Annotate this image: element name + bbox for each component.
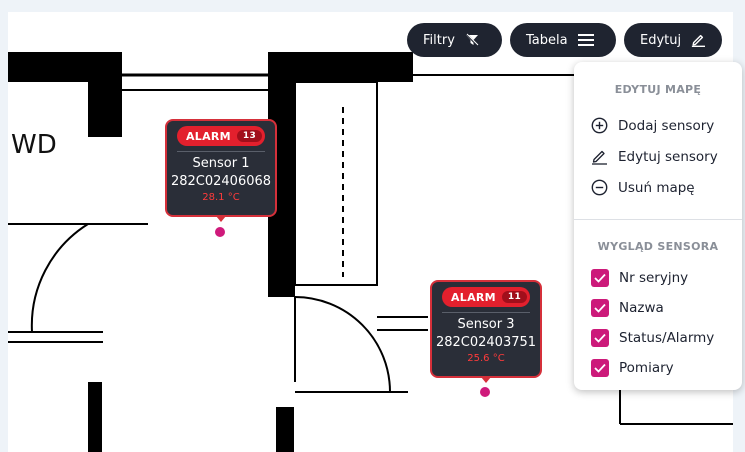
alarm-count: 11 [501,291,528,303]
sensor-serial: 282C02403751 [435,335,537,350]
sensor-card-3[interactable]: ALARM 11 Sensor 3 282C02403751 25.6 °C [430,280,542,383]
menu-lines-icon [577,34,594,46]
sensor-view-header: WYGLĄD SENSORA [597,240,719,253]
card-pointer [216,216,226,222]
checkbox-checked[interactable] [591,329,609,347]
alarm-count: 13 [236,130,263,142]
checkmark-icon [594,363,606,373]
alarm-badge: ALARM 11 [441,287,531,307]
table-label: Tabela [526,32,568,48]
checkbox-checked[interactable] [591,299,609,317]
sensor-name: Sensor 3 [457,317,515,332]
pencil-icon [691,34,706,48]
sensor-temperature: 28.1 °C [202,192,240,203]
edit-map-header: EDYTUJ MAPĘ [614,83,702,96]
edit-map-panel: EDYTUJ MAPĘ Dodaj sensory Edytuj sensory… [574,62,742,390]
minus-circle-icon [591,179,608,196]
card-pointer [481,377,491,383]
add-sensors-item[interactable]: Dodaj sensory [591,117,714,134]
edit-sensors-label: Edytuj sensory [618,148,718,165]
option-label: Nr seryjny [619,270,689,286]
checkmark-icon [594,273,606,283]
checkmark-icon [594,333,606,343]
option-label: Nazwa [619,300,664,316]
option-label: Status/Alarmy [619,330,715,346]
sensor-temperature: 25.6 °C [467,353,505,364]
checkbox-checked[interactable] [591,359,609,377]
plus-circle-icon [591,117,608,134]
filter-off-icon [465,33,479,47]
card-divider [442,312,530,313]
delete-map-item[interactable]: Usuń mapę [591,179,695,196]
option-status-alarms[interactable]: Status/Alarmy [591,329,714,347]
room-label: WD [11,130,57,160]
sensor-serial: 282C02406068 [170,174,272,189]
edit-sensors-item[interactable]: Edytuj sensory [591,148,718,165]
edit-label: Edytuj [640,32,682,48]
sensor-name: Sensor 1 [192,156,250,171]
pencil-icon [592,150,607,165]
alarm-label: ALARM [185,129,231,143]
checkmark-icon [594,303,606,313]
sensor-pin-1[interactable] [215,227,225,237]
card-divider [177,151,265,152]
option-serial-number[interactable]: Nr seryjny [591,269,688,287]
filters-button[interactable]: Filtry [407,23,502,57]
alarm-badge: ALARM 13 [176,126,266,146]
sensor-card-1[interactable]: ALARM 13 Sensor 1 282C02406068 28.1 °C [165,119,277,222]
delete-map-label: Usuń mapę [618,179,695,196]
option-label: Pomiary [619,360,674,376]
filters-label: Filtry [423,32,455,48]
alarm-label: ALARM [450,290,496,304]
checkbox-checked[interactable] [591,269,609,287]
option-measurements[interactable]: Pomiary [591,359,674,377]
panel-divider [574,219,742,220]
table-button[interactable]: Tabela [510,23,616,57]
add-sensors-label: Dodaj sensory [618,117,715,134]
sensor-pin-3[interactable] [480,387,490,397]
option-name[interactable]: Nazwa [591,299,664,317]
edit-button[interactable]: Edytuj [624,23,722,57]
